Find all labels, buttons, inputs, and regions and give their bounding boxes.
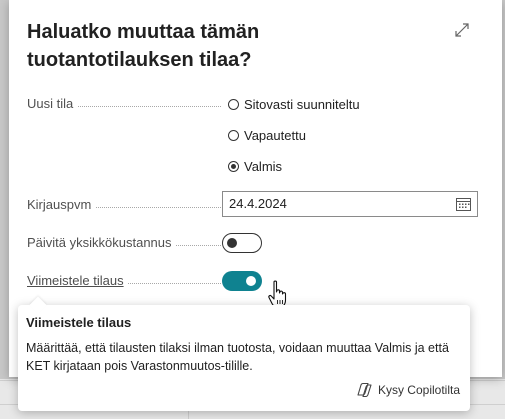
radio-option-released[interactable]: Vapautettu — [228, 126, 306, 144]
radio-button-selected[interactable] — [228, 160, 239, 172]
new-status-label: Uusi tila — [27, 95, 221, 113]
toggle-knob — [227, 238, 237, 248]
dialog-title: Haluatko muuttaa tämän tuotantotilauksen… — [27, 21, 260, 71]
posting-date-label: Kirjauspvm — [27, 196, 221, 214]
radio-button[interactable] — [228, 129, 239, 141]
ask-copilot-button[interactable]: Kysy Copilotilta — [355, 382, 460, 398]
radio-label: Vapautettu — [244, 127, 306, 143]
toggle-knob — [246, 276, 256, 286]
ask-copilot-label: Kysy Copilotilta — [377, 383, 460, 397]
update-unit-cost-label: Päivitä yksikkökustannus — [27, 234, 221, 252]
calendar-icon[interactable] — [456, 197, 471, 211]
radio-button[interactable] — [228, 98, 239, 110]
radio-label: Sitovasti suunniteltu — [244, 96, 360, 112]
field-tooltip: Viimeistele tilaus Määrittää, että tilau… — [18, 296, 470, 411]
tooltip-title: Viimeistele tilaus — [26, 315, 132, 330]
posting-date-input[interactable]: 24.4.2024 — [222, 191, 478, 217]
copilot-icon — [357, 382, 372, 398]
finish-order-toggle[interactable] — [222, 271, 262, 291]
posting-date-value: 24.4.2024 — [229, 196, 287, 211]
radio-option-finished[interactable]: Valmis — [228, 157, 282, 175]
radio-option-firm-planned[interactable]: Sitovasti suunniteltu — [228, 95, 360, 113]
update-unit-cost-toggle[interactable] — [222, 233, 262, 253]
expand-icon[interactable] — [454, 22, 470, 38]
radio-label: Valmis — [244, 158, 283, 174]
tooltip-body: Määrittää, että tilausten tilaksi ilman … — [26, 341, 449, 373]
finish-order-label[interactable]: Viimeistele tilaus — [27, 272, 221, 290]
